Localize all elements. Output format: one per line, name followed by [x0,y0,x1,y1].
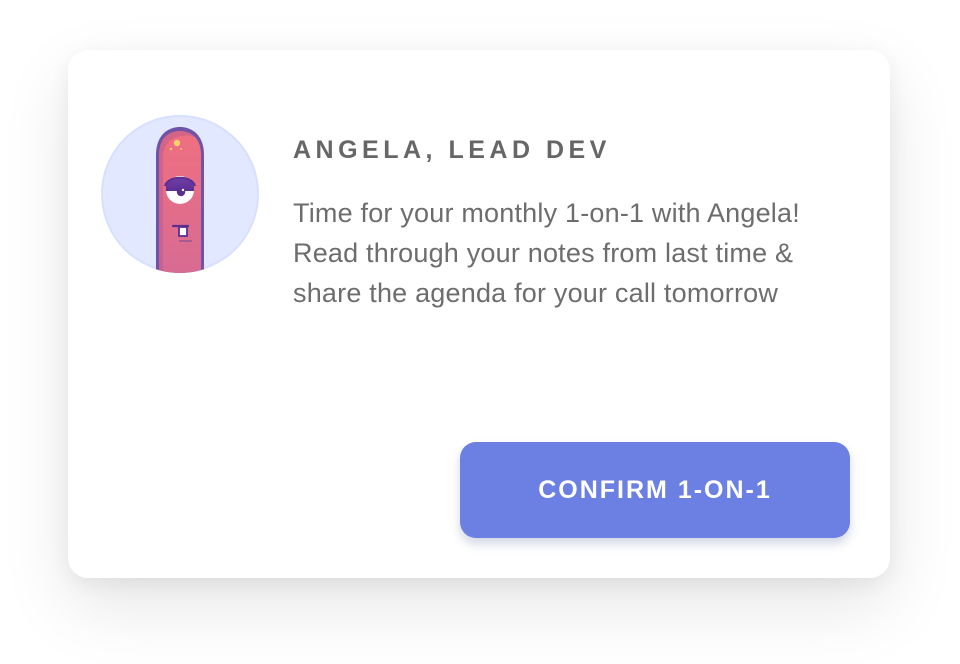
avatar [101,115,259,273]
card-message: Time for your monthly 1-on-1 with Angela… [293,198,800,308]
cyclops-character-icon [156,127,204,273]
notification-card: ANGELA, LEAD DEV Time for your monthly 1… [68,50,890,578]
confirm-button-label: CONFIRM 1-ON-1 [538,476,772,504]
confirm-1-on-1-button[interactable]: CONFIRM 1-ON-1 [460,442,850,538]
card-title: ANGELA, LEAD DEV [293,136,611,164]
